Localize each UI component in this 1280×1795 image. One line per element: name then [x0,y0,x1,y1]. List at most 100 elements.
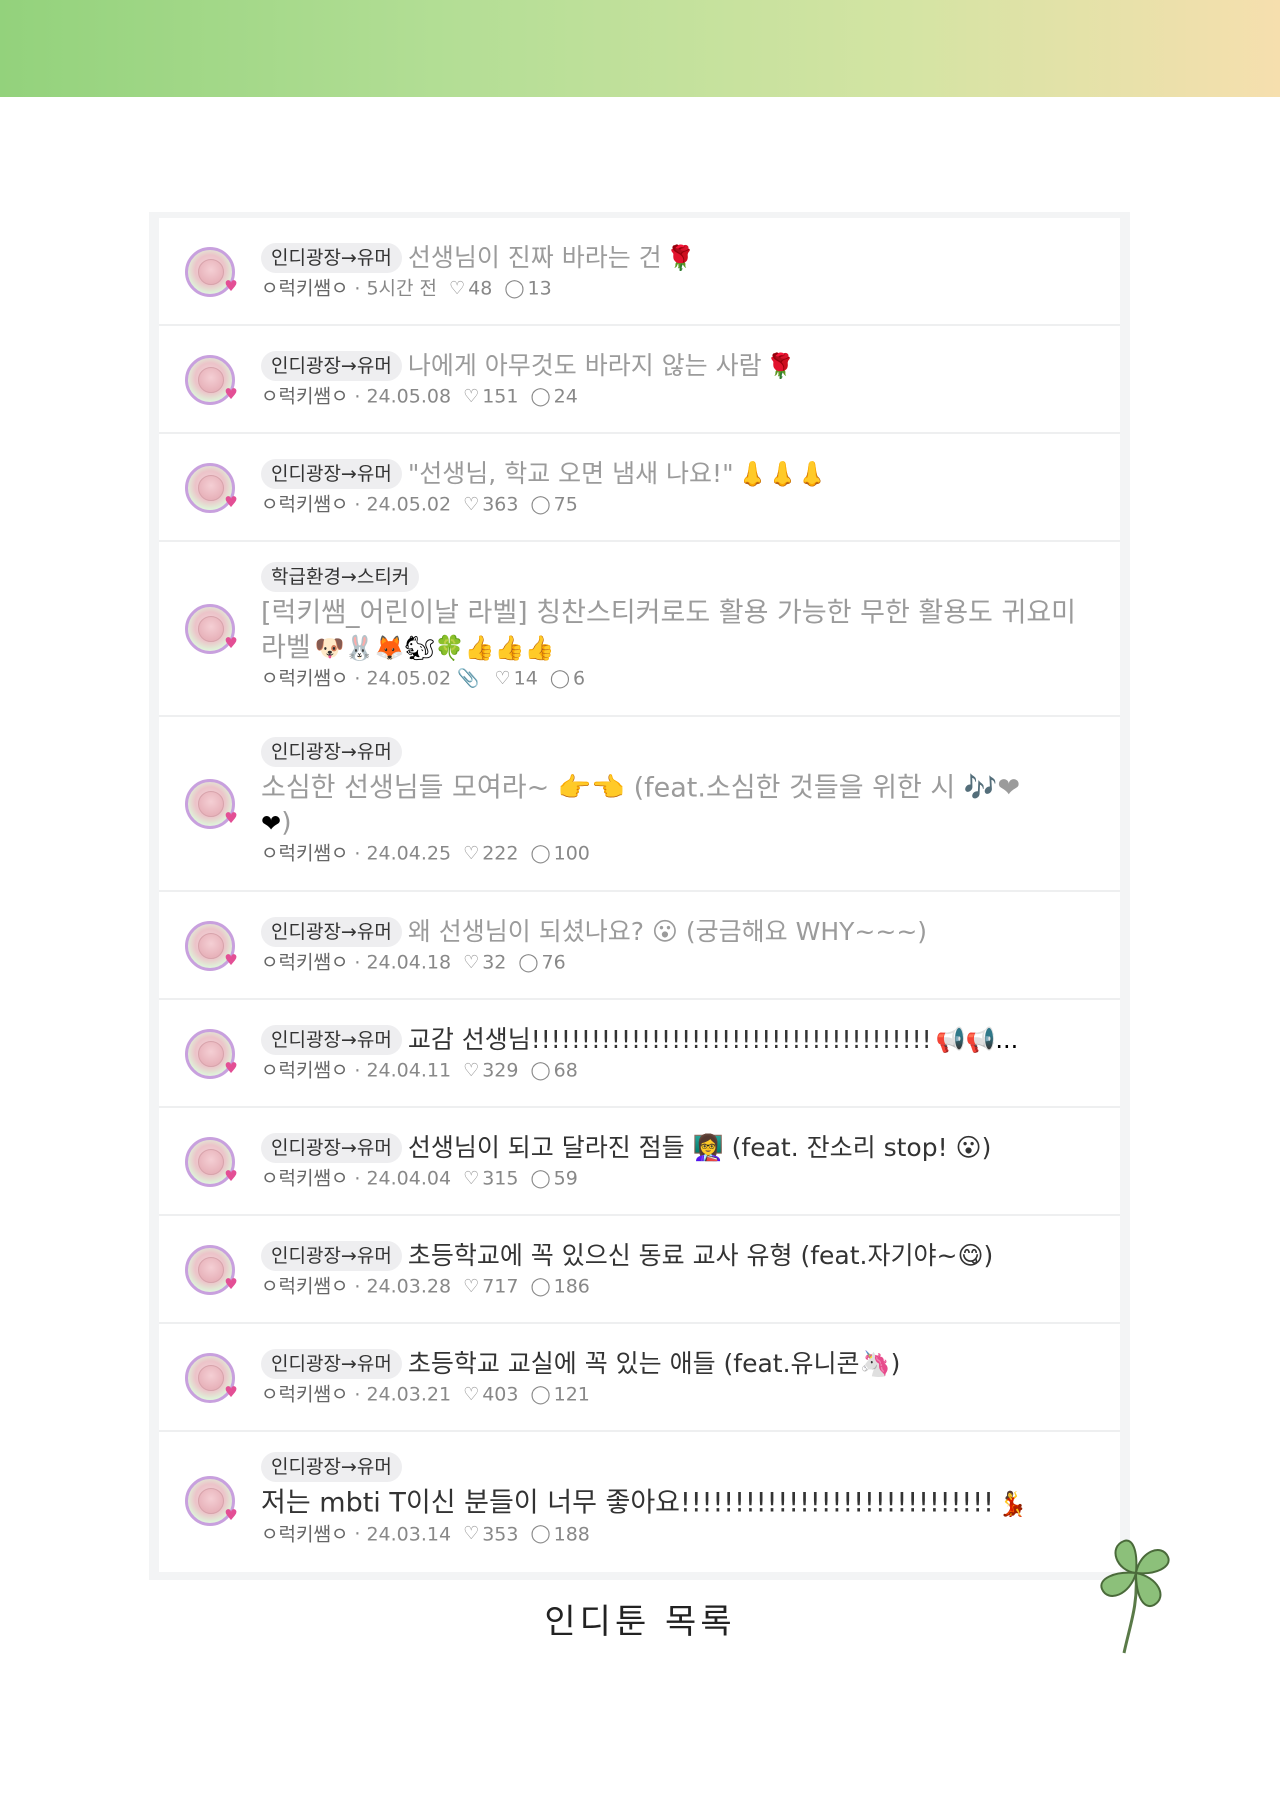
author-name[interactable]: ㅇ럭키쌤ㅇ [261,278,348,300]
category-tag[interactable]: 인디광장→유머 [261,1241,402,1271]
post-meta: ㅇ럭키쌤ㅇ · 24.05.08 ♡ 151 ◯ 24 [261,383,1102,410]
header-gradient-band [0,0,1280,97]
list-item[interactable]: ♥ 인디광장→유머 소심한 선생님들 모여라~ 👉👈 (feat.소심한 것들을… [159,717,1120,892]
meta-separator: · [354,1275,361,1298]
author-name[interactable]: ㅇ럭키쌤ㅇ [261,1168,348,1190]
category-tag[interactable]: 인디광장→유머 [261,1025,402,1055]
post-meta: ㅇ럭키쌤ㅇ · 24.05.02 📎 ♡ 14 ◯ 6 [261,665,1102,692]
author-name[interactable]: ㅇ럭키쌤ㅇ [261,386,348,408]
post-title[interactable]: 초등학교에 꼭 있으신 동료 교사 유형 (feat.자기야~😋) [408,1241,993,1270]
post-title[interactable]: 소심한 선생님들 모여라~ 👉👈 (feat.소심한 것들을 위한 시 🎶❤ [261,773,1020,804]
avatar[interactable]: ♥ [185,921,238,971]
post-date: 24.03.14 [366,1523,452,1545]
heart-badge-icon: ♥ [224,277,238,295]
author-name[interactable]: ㅇ럭키쌤ㅇ [261,1523,348,1545]
avatar[interactable]: ♥ [185,1137,238,1187]
category-tag[interactable]: 인디광장→유머 [261,459,402,489]
comment-count: 6 [572,667,586,690]
avatar[interactable]: ♥ [185,1476,238,1526]
comment-count: 186 [553,1275,590,1298]
category-tag[interactable]: 인디광장→유머 [261,1349,402,1379]
post-title[interactable]: 선생님이 되고 달라진 점들 👩‍🏫 (feat. 잔소리 stop! 😮) [408,1133,992,1162]
list-item[interactable]: ♥ 인디광장→유머 교감 선생님!!!!!!!!!!!!!!!!!!!!!!!!!… [159,1000,1120,1108]
list-item[interactable]: ♥ 인디광장→유머 나에게 아무것도 바라지 않는 사람 🌹 ㅇ럭키쌤ㅇ · 24.05… [159,326,1120,434]
post-meta: ㅇ럭키쌤ㅇ · 24.04.25 ♡ 222 ◯ 100 [261,840,1102,867]
paperclip-icon: 📎 [457,667,480,689]
comment-bubble-icon: ◯ [530,1059,551,1081]
post-title[interactable]: 선생님이 진짜 바라는 건 [408,243,662,272]
post-title[interactable]: 나에게 아무것도 바라지 않는 사람 [408,351,762,380]
heart-outline-icon: ♡ [494,667,511,689]
category-tag[interactable]: 인디광장→유머 [261,351,402,381]
author-name[interactable]: ㅇ럭키쌤ㅇ [261,1060,348,1082]
list-item[interactable]: ♥ 인디광장→유머 선생님이 되고 달라진 점들 👩‍🏫 (feat. 잔소리 s… [159,1108,1120,1216]
heart-badge-icon: ♥ [224,1506,238,1524]
avatar[interactable]: ♥ [185,779,238,829]
avatar[interactable]: ♥ [185,1353,238,1403]
heart-outline-icon: ♡ [463,1059,480,1081]
list-item[interactable]: ♥ 인디광장→유머 초등학교에 꼭 있으신 동료 교사 유형 (feat.자기야~… [159,1216,1120,1324]
avatar-face [198,259,224,285]
list-item[interactable]: ♥ 인디광장→유머 저는 mbti T이신 분들이 너무 좋아요!!!!!!!!… [159,1432,1120,1572]
title-emoji: 👃👃👃 [737,460,828,488]
comment-bubble-icon: ◯ [504,277,525,299]
post-date: 24.05.02 [366,493,452,516]
avatar[interactable]: ♥ [185,355,238,405]
category-tag[interactable]: 학급환경→스티커 [261,562,420,592]
like-count: 329 [482,1059,519,1082]
comment-count: 59 [553,1167,578,1190]
comment-count: 100 [553,842,590,865]
heart-outline-icon: ♡ [463,842,480,864]
meta-separator: · [354,493,361,516]
like-count: 353 [482,1523,519,1545]
heart-badge-icon: ♥ [224,1167,238,1185]
post-date: 24.04.18 [366,951,452,974]
comment-bubble-icon: ◯ [530,1383,551,1405]
like-count: 48 [468,277,493,300]
meta-separator: · [354,1167,361,1190]
category-tag[interactable]: 인디광장→유머 [261,1133,402,1163]
list-item[interactable]: ♥ 인디광장→유머 초등학교 교실에 꼭 있는 애들 (feat.유니콘🦄) ㅇ럭… [159,1324,1120,1432]
avatar[interactable]: ♥ [185,247,238,297]
like-count: 363 [482,493,519,516]
heart-outline-icon: ♡ [449,277,466,299]
like-count: 717 [482,1275,519,1298]
category-tag[interactable]: 인디광장→유머 [261,243,402,273]
comment-bubble-icon: ◯ [530,842,551,864]
post-title-block: 소심한 선생님들 모여라~ 👉👈 (feat.소심한 것들을 위한 시 🎶❤ ❤) [261,771,1102,840]
avatar[interactable]: ♥ [185,463,238,513]
author-name[interactable]: ㅇ럭키쌤ㅇ [261,1384,348,1406]
avatar[interactable]: ♥ [185,1029,238,1079]
author-name[interactable]: ㅇ럭키쌤ㅇ [261,668,348,690]
post-meta: ㅇ럭키쌤ㅇ · 24.04.04 ♡ 315 ◯ 59 [261,1165,1102,1192]
author-name[interactable]: ㅇ럭키쌤ㅇ [261,494,348,516]
heart-badge-icon: ♥ [224,951,238,969]
list-item[interactable]: ♥ 인디광장→유머 "선생님, 학교 오면 냄새 나요!" 👃👃👃 ㅇ럭키쌤ㅇ · 24… [159,434,1120,542]
post-title[interactable]: 저는 mbti T이신 분들이 너무 좋아요!!!!!!!!!!!!!!!!!!… [261,1488,994,1519]
meta-separator: · [354,277,361,300]
heart-badge-icon: ♥ [224,1383,238,1401]
post-date: 24.03.21 [366,1383,452,1406]
list-item[interactable]: ♥ 인디광장→유머 왜 선생님이 되셨나요? 😮 (궁금해요 WHY~~~) ㅇ럭… [159,892,1120,1000]
category-tag[interactable]: 인디광장→유머 [261,1452,402,1482]
post-title[interactable]: 초등학교 교실에 꼭 있는 애들 (feat.유니콘🦄) [408,1349,901,1378]
category-tag[interactable]: 인디광장→유머 [261,917,402,947]
meta-separator: · [354,385,361,408]
author-name[interactable]: ㅇ럭키쌤ㅇ [261,1276,348,1298]
comment-count: 13 [527,277,552,300]
post-title[interactable]: 왜 선생님이 되셨나요? 😮 (궁금해요 WHY~~~) [408,917,927,946]
list-item[interactable]: ♥ 학급환경→스티커 [럭키쌤_어린이날 라벨] 칭찬스티커로도 활용 가능한 … [159,542,1120,717]
comment-bubble-icon: ◯ [530,493,551,515]
list-item[interactable]: ♥ 인디광장→유머 선생님이 진짜 바라는 건 🌹 ㅇ럭키쌤ㅇ · 5시간 전 ♡ 48 ◯ 1… [159,218,1120,326]
author-name[interactable]: ㅇ럭키쌤ㅇ [261,843,348,865]
avatar-face [198,1257,224,1283]
author-name[interactable]: ㅇ럭키쌤ㅇ [261,952,348,974]
avatar[interactable]: ♥ [185,604,238,654]
avatar[interactable]: ♥ [185,1245,238,1295]
post-title[interactable]: "선생님, 학교 오면 냄새 나요!" [408,459,734,488]
clover-icon [1100,1539,1170,1654]
post-title[interactable]: 교감 선생님!!!!!!!!!!!!!!!!!!!!!!!!!!!!!!!!!!… [408,1025,932,1054]
category-tag[interactable]: 인디광장→유머 [261,737,402,767]
post-date: 24.04.04 [366,1167,452,1190]
avatar-face [198,791,224,817]
